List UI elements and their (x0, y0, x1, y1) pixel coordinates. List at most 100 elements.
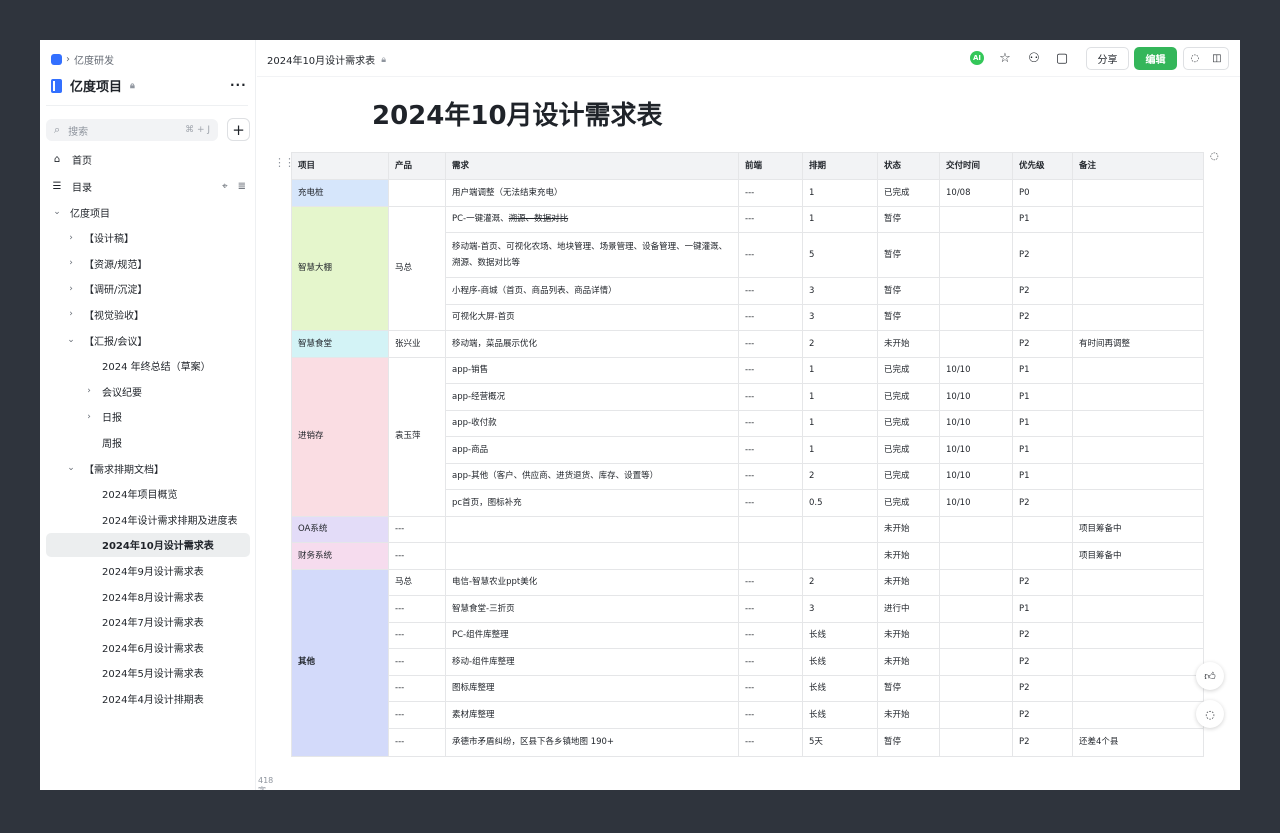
product-cell[interactable]: --- (388, 701, 446, 729)
sidebar-tree-item[interactable]: 2024年6月设计需求表 (46, 635, 250, 659)
chevron-right-icon[interactable]: › (66, 309, 76, 319)
delivery-date-cell[interactable] (939, 232, 1013, 278)
project-cell[interactable]: 进销存 (291, 356, 389, 517)
note-cell[interactable] (1072, 232, 1204, 278)
column-header[interactable]: 优先级 (1012, 152, 1073, 180)
priority-cell[interactable]: P0 (1012, 179, 1073, 207)
note-cell[interactable] (1072, 436, 1204, 464)
note-cell[interactable] (1072, 489, 1204, 517)
status-cell[interactable]: 暂停 (877, 674, 940, 702)
requirement-cell[interactable]: app-其他（客户、供应商、进货退货、库存、设置等） (445, 462, 739, 490)
schedule-cell[interactable] (802, 542, 878, 570)
delivery-date-cell[interactable] (939, 205, 1013, 233)
requirement-cell[interactable]: 小程序-商城（首页、商品列表、商品详情） (445, 277, 739, 305)
schedule-cell[interactable]: 2 (802, 462, 878, 490)
status-cell[interactable]: 未开始 (877, 515, 940, 543)
requirement-cell[interactable]: 移动-组件库整理 (445, 648, 739, 676)
sidebar-tree-item[interactable]: › 【视觉验收】 (46, 302, 250, 326)
priority-cell[interactable]: P2 (1012, 701, 1073, 729)
chevron-down-icon[interactable]: ⌄ (66, 335, 76, 345)
schedule-cell[interactable]: 3 (802, 277, 878, 305)
status-cell[interactable]: 已完成 (877, 179, 940, 207)
frontend-cell[interactable]: --- (738, 595, 803, 623)
status-cell[interactable]: 未开始 (877, 330, 940, 358)
sidebar-tree-item[interactable]: › 会议纪要 (46, 379, 250, 403)
status-cell[interactable]: 已完成 (877, 383, 940, 411)
space-title[interactable]: 亿度项目 🔒︎ (51, 76, 135, 95)
delivery-date-cell[interactable] (939, 515, 1013, 543)
note-cell[interactable] (1072, 648, 1204, 676)
frontend-cell[interactable]: --- (738, 409, 803, 437)
requirement-cell[interactable]: 图标库整理 (445, 674, 739, 702)
schedule-cell[interactable]: 2 (802, 330, 878, 358)
sidebar-tree-item[interactable]: 2024年10月设计需求表 (46, 532, 250, 557)
column-header[interactable]: 排期 (802, 152, 878, 180)
project-cell[interactable]: 智慧食堂 (291, 330, 389, 358)
note-cell[interactable] (1072, 303, 1204, 331)
project-cell[interactable]: OA系统 (291, 515, 389, 543)
column-header[interactable]: 交付时间 (939, 152, 1013, 180)
column-header[interactable]: 前端 (738, 152, 803, 180)
priority-cell[interactable]: P1 (1012, 383, 1073, 411)
schedule-cell[interactable]: 1 (802, 383, 878, 411)
list-icon[interactable]: ≣ (238, 181, 246, 192)
star-icon[interactable]: ☆ (997, 50, 1013, 66)
delivery-date-cell[interactable] (939, 621, 1013, 649)
frontend-cell[interactable]: --- (738, 462, 803, 490)
note-cell[interactable] (1072, 356, 1204, 384)
column-header[interactable]: 项目 (291, 152, 389, 180)
requirement-cell[interactable]: app-经营概况 (445, 383, 739, 411)
frontend-cell[interactable] (738, 542, 803, 570)
status-cell[interactable]: 暂停 (877, 727, 940, 757)
delivery-date-cell[interactable] (939, 568, 1013, 596)
requirement-cell[interactable]: 素材库整理 (445, 701, 739, 729)
frontend-cell[interactable] (738, 515, 803, 543)
product-cell[interactable]: --- (388, 542, 446, 570)
requirement-cell[interactable]: 电信-智慧农业ppt美化 (445, 568, 739, 596)
project-cell[interactable]: 充电桩 (291, 179, 389, 207)
schedule-cell[interactable]: 1 (802, 409, 878, 437)
column-header[interactable]: 备注 (1072, 152, 1204, 180)
priority-cell[interactable]: P2 (1012, 330, 1073, 358)
sidebar-tree-item[interactable]: › 【设计稿】 (46, 226, 250, 250)
product-cell[interactable] (388, 179, 446, 207)
sidebar-panel-icon[interactable]: ◫ (1212, 53, 1221, 64)
priority-cell[interactable]: P2 (1012, 648, 1073, 676)
priority-cell[interactable]: P1 (1012, 356, 1073, 384)
view-toggle[interactable]: ◌ ◫ (1183, 47, 1229, 70)
schedule-cell[interactable]: 长线 (802, 701, 878, 729)
frontend-cell[interactable]: --- (738, 383, 803, 411)
product-cell[interactable]: --- (388, 648, 446, 676)
locate-icon[interactable]: ⌖ (222, 181, 228, 192)
sidebar-tree-item[interactable]: › 日报 (46, 405, 250, 429)
note-cell[interactable] (1072, 595, 1204, 623)
requirement-cell[interactable]: 用户端调整（无法结束充电） (445, 179, 739, 207)
frontend-cell[interactable]: --- (738, 701, 803, 729)
frontend-cell[interactable]: --- (738, 674, 803, 702)
status-cell[interactable]: 已完成 (877, 462, 940, 490)
schedule-cell[interactable]: 0.5 (802, 489, 878, 517)
product-cell[interactable]: 马总 (388, 568, 446, 596)
status-cell[interactable]: 暂停 (877, 205, 940, 233)
status-cell[interactable]: 暂停 (877, 232, 940, 278)
status-cell[interactable]: 进行中 (877, 595, 940, 623)
frontend-cell[interactable]: --- (738, 179, 803, 207)
schedule-cell[interactable]: 3 (802, 303, 878, 331)
delivery-date-cell[interactable]: 10/10 (939, 436, 1013, 464)
chevron-right-icon[interactable]: › (66, 233, 76, 243)
status-cell[interactable]: 未开始 (877, 621, 940, 649)
nav-toc[interactable]: ☰ 目录 ⌖ ≣ (46, 174, 250, 198)
schedule-cell[interactable]: 3 (802, 595, 878, 623)
priority-cell[interactable] (1012, 515, 1073, 543)
sidebar-tree-item[interactable]: ⌄ 【汇报/会议】 (46, 328, 250, 352)
schedule-cell[interactable]: 1 (802, 179, 878, 207)
search-input[interactable]: ⌕ 搜索 ⌘ + J (46, 119, 218, 141)
sidebar-tree-item[interactable]: › 【调研/沉淀】 (46, 277, 250, 301)
frontend-cell[interactable]: --- (738, 303, 803, 331)
requirement-cell[interactable]: 移动端，菜品展示优化 (445, 330, 739, 358)
delivery-date-cell[interactable]: 10/08 (939, 179, 1013, 207)
frontend-cell[interactable]: --- (738, 436, 803, 464)
priority-cell[interactable]: P2 (1012, 232, 1073, 278)
frontend-cell[interactable]: --- (738, 330, 803, 358)
product-cell[interactable]: --- (388, 674, 446, 702)
